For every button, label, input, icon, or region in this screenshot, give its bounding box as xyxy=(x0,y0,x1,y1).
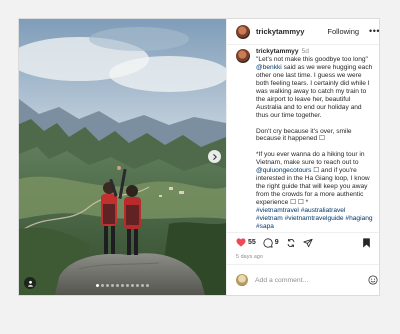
caption-username[interactable]: trickytammyy xyxy=(256,48,299,55)
share-button[interactable] xyxy=(303,238,313,248)
tagged-users-button[interactable] xyxy=(24,277,36,289)
comment-button[interactable]: 9 xyxy=(263,238,279,248)
carousel-dots xyxy=(19,284,226,287)
carousel-dot xyxy=(106,284,109,287)
emoji-icon xyxy=(368,275,378,285)
post-header: trickytammyy Following ••• xyxy=(227,19,379,45)
post-photo[interactable] xyxy=(19,19,226,295)
comment-input[interactable] xyxy=(255,273,368,287)
more-icon[interactable]: ••• xyxy=(369,27,379,36)
caption-row: trickytammyy 5d "Let's not make this good… xyxy=(236,48,375,231)
carousel-dot xyxy=(101,284,104,287)
bookmark-icon xyxy=(363,237,370,248)
page: trickytammyy Following ••• trickytammyy 5… xyxy=(0,0,400,334)
repost-icon xyxy=(287,238,295,247)
author-avatar[interactable] xyxy=(236,24,250,39)
mention-link[interactable]: @benkki xyxy=(256,64,282,71)
chevron-right-icon xyxy=(212,153,217,160)
author-username[interactable]: trickytammyy xyxy=(256,27,304,36)
comments-count[interactable]: 9 xyxy=(275,239,279,246)
carousel-dot xyxy=(111,284,114,287)
caption-time: 5d xyxy=(301,48,309,55)
post-date[interactable]: 5 days ago xyxy=(227,252,379,264)
caption-paragraph-2: Don't cry because it's over, smile becau… xyxy=(256,127,352,143)
mention-link[interactable]: @quluongecotours xyxy=(256,167,311,174)
post-media[interactable] xyxy=(19,19,226,295)
carousel-dot xyxy=(121,284,124,287)
hashtags-line[interactable]: #vietnam #vietnamtravelguide #hagiang #s… xyxy=(256,215,375,231)
heart-icon xyxy=(236,238,246,247)
carousel-dot xyxy=(136,284,139,287)
carousel-next-button[interactable] xyxy=(208,150,221,163)
repost-button[interactable] xyxy=(286,238,296,248)
post-side-panel: trickytammyy Following ••• trickytammyy 5… xyxy=(226,19,379,295)
carousel-dot xyxy=(141,284,144,287)
instagram-post: trickytammyy Following ••• trickytammyy 5… xyxy=(18,18,380,296)
comment-icon xyxy=(263,238,273,248)
caption-paragraph-1: "Let's not make this goodbye too long" @… xyxy=(256,55,373,119)
likes-count[interactable]: 55 xyxy=(248,239,256,246)
carousel-dot xyxy=(96,284,99,287)
carousel-dot xyxy=(126,284,129,287)
emoji-button[interactable] xyxy=(368,275,378,285)
comment-bar xyxy=(227,264,379,295)
caption-text: trickytammyy 5d "Let's not make this good… xyxy=(256,48,375,231)
hashtags-line[interactable]: #vietnamtravel #australiatravel xyxy=(256,207,375,215)
carousel-dot xyxy=(116,284,119,287)
save-button[interactable] xyxy=(362,237,371,248)
carousel-dot xyxy=(131,284,134,287)
viewer-avatar xyxy=(236,274,248,286)
like-button[interactable]: 55 xyxy=(236,238,256,247)
action-bar: 55 9 xyxy=(227,232,379,252)
caption-avatar[interactable] xyxy=(236,49,250,63)
caption-paragraph-3: *If you ever wanna do a hiking tour in V… xyxy=(256,151,370,207)
following-button[interactable]: Following xyxy=(327,27,359,36)
carousel-dot xyxy=(146,284,149,287)
share-icon xyxy=(303,238,313,247)
caption-scroll-area[interactable]: trickytammyy 5d "Let's not make this good… xyxy=(227,45,379,232)
